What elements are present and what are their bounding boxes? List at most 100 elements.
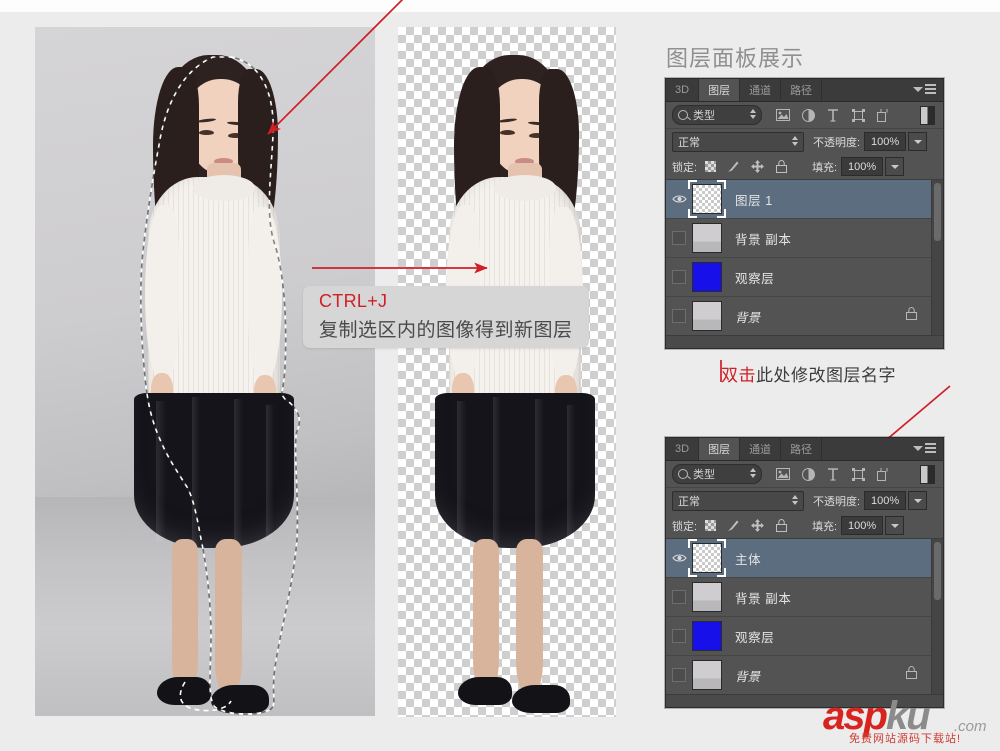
layer-visibility-toggle[interactable] <box>666 629 692 643</box>
table-row[interactable]: 背景 副本 <box>666 578 943 617</box>
lock-image-pixels-icon[interactable] <box>727 519 740 532</box>
opacity-value[interactable]: 100% <box>864 491 907 510</box>
chevron-updown-icon[interactable] <box>750 109 756 119</box>
table-row[interactable]: 背景 <box>666 297 943 335</box>
panel-menu-icon[interactable] <box>918 443 936 455</box>
panel1-blend-bar[interactable]: 正常 不透明度: 100% <box>666 129 943 154</box>
panel2-blend-bar[interactable]: 正常 不透明度: 100% <box>666 488 943 513</box>
layer-thumbnail[interactable] <box>692 262 722 292</box>
table-row[interactable]: 主体 <box>666 539 943 578</box>
layer-name[interactable]: 背景 副本 <box>735 588 791 607</box>
layer-name[interactable]: 观察层 <box>735 627 774 646</box>
lock-icon-group[interactable] <box>705 160 788 173</box>
layer-thumbnail[interactable] <box>692 223 722 253</box>
canvas-original-with-selection[interactable] <box>35 27 375 716</box>
layers-panel-before[interactable]: 3D 图层 通道 路径 类型 正常 不透明度: 100% 锁定: 填充: 100… <box>665 78 944 349</box>
panel2-layer-list[interactable]: 主体 背景 副本 观察层 背景 <box>666 539 943 694</box>
blend-mode-select[interactable]: 正常 <box>672 490 804 511</box>
layer-thumbnail[interactable] <box>692 582 722 612</box>
layer-list-scrollbar[interactable] <box>931 539 943 694</box>
lock-icon-group[interactable] <box>705 519 788 532</box>
opacity-dropdown-icon[interactable] <box>908 132 928 151</box>
layer-visibility-toggle[interactable] <box>666 231 692 245</box>
layer-thumbnail[interactable] <box>688 539 726 577</box>
tab-paths[interactable]: 路径 <box>781 438 823 460</box>
panel1-layer-list[interactable]: 图层 1 背景 副本 观察层 背景 <box>666 180 943 335</box>
pixel-filter-icon[interactable] <box>776 108 790 122</box>
table-row[interactable]: 背景 <box>666 656 943 694</box>
filter-enable-toggle[interactable] <box>920 464 935 484</box>
tab-channels[interactable]: 通道 <box>740 438 782 460</box>
layer-visibility-toggle[interactable] <box>666 194 692 204</box>
layer-thumbnail[interactable] <box>692 301 722 331</box>
filter-kind-select[interactable]: 类型 <box>672 105 762 125</box>
layer-visibility-toggle[interactable] <box>666 590 692 604</box>
layer-name[interactable]: 背景 副本 <box>735 229 791 248</box>
shape-filter-icon[interactable] <box>851 108 865 122</box>
lock-all-icon[interactable] <box>775 160 788 173</box>
tab-layers[interactable]: 图层 <box>699 438 741 460</box>
panel1-lock-bar[interactable]: 锁定: 填充: 100% <box>666 154 943 180</box>
panel1-filter-bar[interactable]: 类型 <box>666 102 943 129</box>
table-row[interactable]: 观察层 <box>666 617 943 656</box>
lock-transparent-pixels-icon[interactable] <box>705 161 717 172</box>
type-filter-icon[interactable] <box>826 467 840 481</box>
layer-visibility-toggle[interactable] <box>666 668 692 682</box>
lock-position-icon[interactable] <box>751 160 765 173</box>
layer-thumbnail[interactable] <box>688 180 726 218</box>
layer-name[interactable]: 图层 1 <box>735 190 773 209</box>
fill-dropdown-icon[interactable] <box>885 157 905 176</box>
panel2-lock-bar[interactable]: 锁定: 填充: 100% <box>666 513 943 539</box>
table-row[interactable]: 背景 副本 <box>666 219 943 258</box>
panel2-filter-bar[interactable]: 类型 <box>666 461 943 488</box>
blend-mode-select[interactable]: 正常 <box>672 131 804 152</box>
lock-image-pixels-icon[interactable] <box>727 160 740 173</box>
smartobject-filter-icon[interactable] <box>876 467 890 481</box>
filter-icon-group[interactable] <box>776 108 890 122</box>
table-row[interactable]: 图层 1 <box>666 180 943 219</box>
pixel-filter-icon[interactable] <box>776 467 790 481</box>
layer-list-scrollbar[interactable] <box>931 180 943 335</box>
tab-layers[interactable]: 图层 <box>699 79 741 101</box>
opacity-value[interactable]: 100% <box>864 132 907 151</box>
fill-value[interactable]: 100% <box>841 157 884 176</box>
tab-3d[interactable]: 3D <box>666 79 700 101</box>
table-row[interactable]: 观察层 <box>666 258 943 297</box>
blend-mode-value: 正常 <box>678 136 700 149</box>
layer-name[interactable]: 背景 <box>735 666 760 685</box>
tab-channels-label: 通道 <box>749 85 772 97</box>
tab-paths[interactable]: 路径 <box>781 79 823 101</box>
adjustment-filter-icon[interactable] <box>801 467 815 481</box>
layer-thumbnail[interactable] <box>692 660 722 690</box>
tab-channels[interactable]: 通道 <box>740 79 782 101</box>
smartobject-filter-icon[interactable] <box>876 108 890 122</box>
layer-visibility-toggle[interactable] <box>666 553 692 563</box>
chevron-updown-icon[interactable] <box>792 135 798 146</box>
chevron-updown-icon[interactable] <box>750 468 756 478</box>
fill-value[interactable]: 100% <box>841 516 884 535</box>
filter-enable-toggle[interactable] <box>920 105 935 125</box>
layer-thumbnail[interactable] <box>692 621 722 651</box>
filter-kind-select[interactable]: 类型 <box>672 464 762 484</box>
layer-name[interactable]: 主体 <box>735 549 761 568</box>
canvas-extracted-subject[interactable] <box>398 27 616 717</box>
panel-menu-icon[interactable] <box>918 84 936 96</box>
layer-name[interactable]: 背景 <box>735 307 760 326</box>
filter-icon-group[interactable] <box>776 467 890 481</box>
panel2-tab-bar[interactable]: 3D 图层 通道 路径 <box>666 438 943 461</box>
lock-position-icon[interactable] <box>751 519 765 532</box>
lock-transparent-pixels-icon[interactable] <box>705 520 717 531</box>
tab-3d[interactable]: 3D <box>666 438 700 460</box>
type-filter-icon[interactable] <box>826 108 840 122</box>
layer-visibility-toggle[interactable] <box>666 309 692 323</box>
fill-dropdown-icon[interactable] <box>885 516 905 535</box>
chevron-updown-icon[interactable] <box>792 494 798 505</box>
layers-panel-after[interactable]: 3D 图层 通道 路径 类型 正常 不透明度: 100% 锁定: 填充: 100… <box>665 437 944 708</box>
layer-name[interactable]: 观察层 <box>735 268 774 287</box>
panel1-tab-bar[interactable]: 3D 图层 通道 路径 <box>666 79 943 102</box>
opacity-dropdown-icon[interactable] <box>908 491 928 510</box>
shape-filter-icon[interactable] <box>851 467 865 481</box>
adjustment-filter-icon[interactable] <box>801 108 815 122</box>
lock-all-icon[interactable] <box>775 519 788 532</box>
layer-visibility-toggle[interactable] <box>666 270 692 284</box>
